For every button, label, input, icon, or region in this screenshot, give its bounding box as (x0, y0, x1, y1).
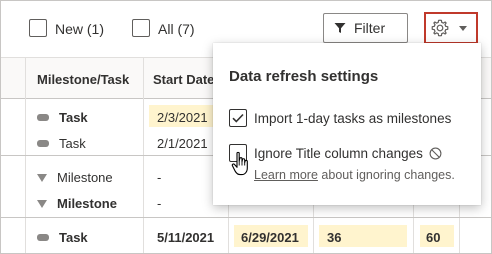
milestone-icon (37, 173, 47, 182)
column-header-milestone-task[interactable]: Milestone/Task (37, 72, 129, 87)
popup-title: Data refresh settings (229, 68, 379, 85)
task-icon (37, 234, 49, 242)
row-start-date[interactable]: 2/1/2021 (157, 136, 208, 151)
row-start-date[interactable]: 5/11/2021 (157, 230, 214, 245)
table-row[interactable]: Task (37, 110, 88, 125)
row-name: Task (59, 136, 86, 151)
table-row[interactable]: Milestone (37, 170, 113, 185)
column-header-start-date[interactable]: Start Date (153, 72, 214, 87)
row-name: Milestone (57, 196, 117, 211)
ignore-title-changes-option[interactable]: Ignore Title column changes (254, 146, 442, 161)
learn-more-line: Learn more about ignoring changes. (254, 168, 455, 182)
group-divider (1, 217, 491, 218)
row-name: Task (59, 230, 88, 245)
row-name: Task (59, 110, 88, 125)
ignore-title-changes-label: Ignore Title column changes (254, 146, 423, 161)
new-checkbox-label: New (1) (55, 21, 105, 37)
all-checkbox-label: All (7) (158, 21, 195, 37)
filter-button-label: Filter (354, 20, 386, 36)
hand-cursor-icon (231, 151, 248, 176)
settings-button[interactable] (424, 12, 478, 44)
task-icon (37, 140, 49, 148)
import-milestones-label[interactable]: Import 1-day tasks as milestones (254, 111, 451, 126)
row-end-date[interactable]: 6/29/2021 (241, 230, 299, 245)
row-percent[interactable]: 60 (426, 230, 440, 245)
row-start-date[interactable]: - (157, 170, 161, 185)
table-row[interactable]: Milestone (37, 196, 117, 211)
circle-slash-icon (429, 147, 442, 160)
row-name: Milestone (57, 170, 113, 185)
row-start-date[interactable]: 2/3/2021 (157, 110, 208, 125)
chevron-down-icon (459, 25, 467, 31)
all-checkbox[interactable] (132, 19, 150, 37)
learn-more-suffix: about ignoring changes. (317, 168, 455, 182)
import-milestones-checkbox[interactable] (229, 109, 247, 127)
table-row[interactable]: Task (37, 230, 88, 245)
task-icon (37, 114, 49, 122)
gear-icon (431, 19, 449, 37)
learn-more-link[interactable]: Learn more (254, 168, 318, 182)
app-frame: New (1) All (7) Filter Milestone/Task St… (0, 0, 492, 254)
table-row[interactable]: Task (37, 136, 86, 151)
checkmark-icon (232, 113, 244, 123)
filter-button[interactable]: Filter (323, 13, 408, 43)
new-checkbox[interactable] (29, 19, 47, 37)
data-refresh-settings-popup: Data refresh settings Import 1-day tasks… (213, 43, 481, 205)
row-start-date[interactable]: - (157, 196, 161, 211)
milestone-icon (37, 199, 47, 208)
row-duration[interactable]: 36 (327, 230, 341, 245)
funnel-icon (334, 23, 346, 33)
